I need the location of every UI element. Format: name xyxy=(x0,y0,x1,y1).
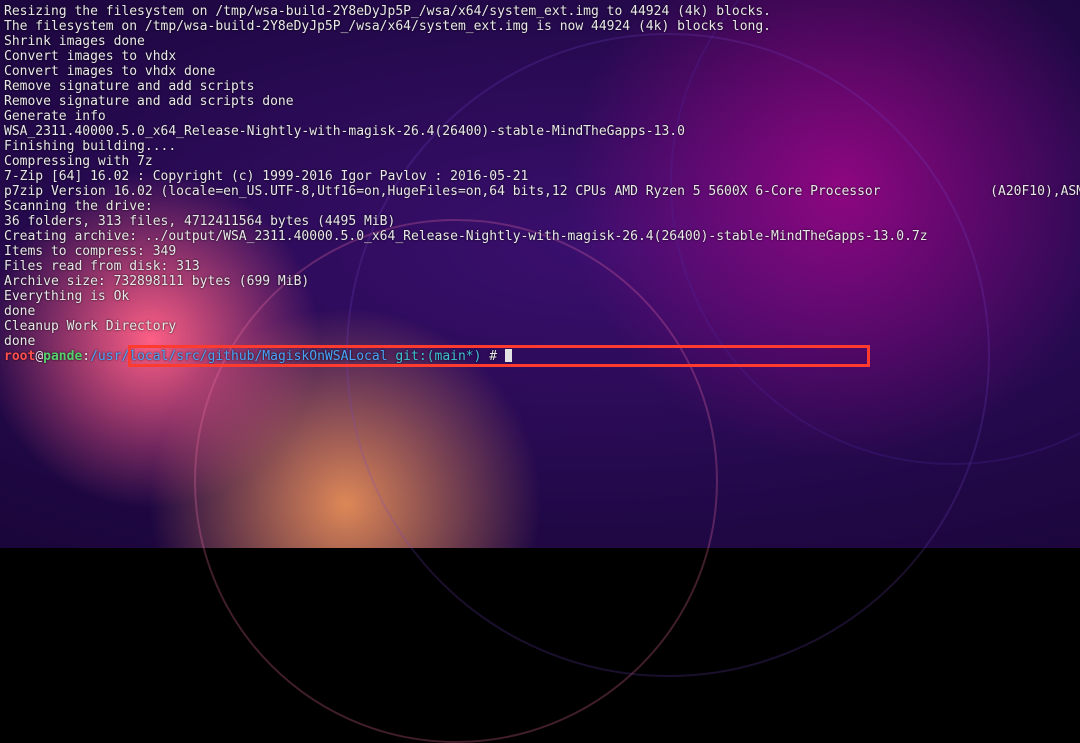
terminal-line: Shrink images done xyxy=(4,34,1074,49)
terminal-line: Remove signature and add scripts done xyxy=(4,94,1074,109)
terminal-line: p7zip Version 16.02 (locale=en_US.UTF-8,… xyxy=(4,184,1074,199)
prompt-colon: : xyxy=(82,349,90,364)
terminal-line: Remove signature and add scripts xyxy=(4,79,1074,94)
terminal-line: Scanning the drive: xyxy=(4,199,1074,214)
terminal-line: Convert images to vhdx xyxy=(4,49,1074,64)
prompt-host: pande xyxy=(43,349,82,364)
terminal-line: Cleanup Work Directory xyxy=(4,319,1074,334)
terminal-line: Finishing building.... xyxy=(4,139,1074,154)
prompt-user: root xyxy=(4,349,35,364)
terminal-line: Items to compress: 349 xyxy=(4,244,1074,259)
prompt-line[interactable]: root@pande:/usr/local/src/github/MagiskO… xyxy=(4,349,1074,364)
terminal-line: 7-Zip [64] 16.02 : Copyright (c) 1999-20… xyxy=(4,169,1074,184)
terminal-line: Everything is Ok xyxy=(4,289,1074,304)
terminal-line: WSA_2311.40000.5.0_x64_Release-Nightly-w… xyxy=(4,124,1074,139)
terminal-line: The filesystem on /tmp/wsa-build-2Y8eDyJ… xyxy=(4,19,1074,34)
terminal-line: Archive size: 732898111 bytes (699 MiB) xyxy=(4,274,1074,289)
terminal-line: Generate info xyxy=(4,109,1074,124)
prompt-git: git:(main*) xyxy=(388,349,482,364)
terminal-line: done xyxy=(4,304,1074,319)
cursor xyxy=(505,349,512,362)
prompt-path: /usr/local/src/github/MagiskOnWSALocal xyxy=(90,349,387,364)
prompt-symbol: # xyxy=(481,349,504,364)
terminal-line: 36 folders, 313 files, 4712411564 bytes … xyxy=(4,214,1074,229)
terminal-line: Compressing with 7z xyxy=(4,154,1074,169)
terminal-output[interactable]: Resizing the filesystem on /tmp/wsa-buil… xyxy=(0,0,1080,548)
prompt-at: @ xyxy=(35,349,43,364)
terminal-line: Files read from disk: 313 xyxy=(4,259,1074,274)
terminal-line: done xyxy=(4,334,1074,349)
terminal-line: Creating archive: ../output/WSA_2311.400… xyxy=(4,229,1074,244)
terminal-line: Convert images to vhdx done xyxy=(4,64,1074,79)
terminal-line: Resizing the filesystem on /tmp/wsa-buil… xyxy=(4,4,1074,19)
